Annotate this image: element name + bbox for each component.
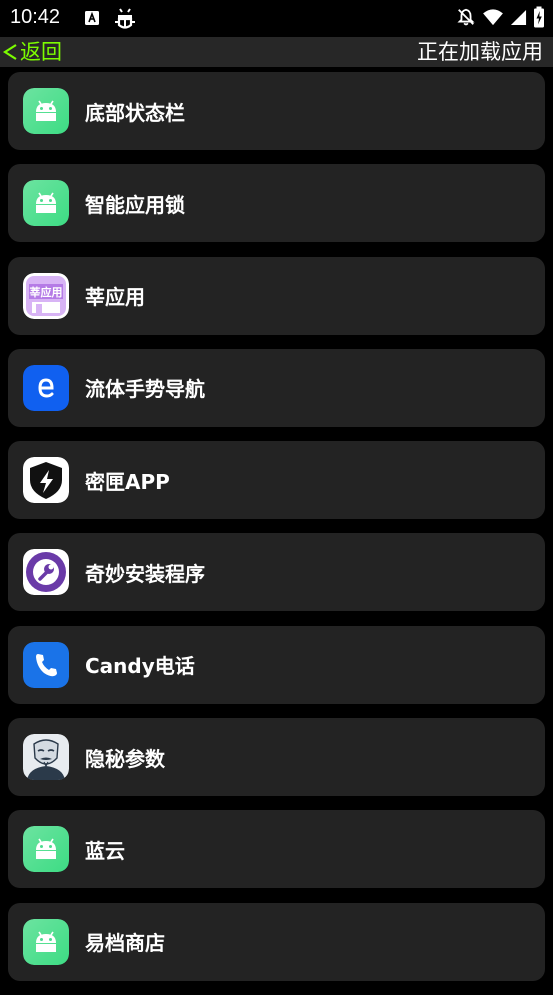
list-item[interactable]: 莘应用 莘应用 [8, 256, 545, 335]
battery-icon [533, 6, 545, 32]
list-item[interactable]: 密匣APP [8, 441, 545, 520]
app-name: 智能应用锁 [85, 192, 185, 217]
list-item[interactable]: 流体手势导航 [8, 348, 545, 427]
android-icon [23, 826, 69, 873]
list-item[interactable]: 奇妙安装程序 [8, 533, 545, 612]
shen-app-icon: 莘应用 [23, 272, 69, 319]
shield-bolt-icon [23, 457, 69, 504]
app-name: 底部状态栏 [85, 100, 185, 125]
shen-app-icon-text: 莘应用 [30, 285, 63, 299]
a-notification-icon [84, 10, 100, 26]
app-bar: 返回 正在加载应用 [0, 37, 553, 67]
anonymous-mask-icon [23, 734, 69, 781]
back-button[interactable]: 返回 [2, 38, 62, 66]
signal-icon [510, 9, 527, 30]
list-item[interactable]: Candy电话 [8, 625, 545, 704]
app-name: 奇妙安装程序 [85, 561, 205, 586]
back-label: 返回 [20, 40, 62, 64]
page-title: 正在加载应用 [417, 40, 543, 64]
fluid-gesture-icon [23, 364, 69, 411]
wrench-icon [23, 549, 69, 596]
list-item[interactable]: 智能应用锁 [8, 164, 545, 243]
bug-icon [112, 6, 138, 32]
list-item[interactable]: 底部状态栏 [8, 72, 545, 150]
status-bar: 10:42 [0, 0, 553, 37]
list-item[interactable]: 易档商店 [8, 902, 545, 981]
list-item[interactable]: 隐秘参数 [8, 718, 545, 797]
wifi-icon [482, 8, 504, 30]
phone-icon [23, 641, 69, 688]
app-name: 隐秘参数 [85, 746, 165, 771]
app-name: 莘应用 [85, 285, 145, 310]
chevron-left-icon [2, 44, 17, 60]
app-name: 蓝云 [85, 838, 125, 863]
app-name: 密匣APP [85, 469, 170, 494]
android-icon [23, 918, 69, 965]
android-icon [23, 180, 69, 227]
app-name: Candy电话 [85, 654, 195, 679]
app-list: 底部状态栏 智能应用锁 莘应用 莘应用 流体手势导航 密匣APP 奇妙安装程序 … [8, 72, 545, 995]
list-item[interactable]: 蓝云 [8, 810, 545, 889]
bell-off-icon [456, 7, 476, 31]
android-icon [23, 88, 69, 134]
status-time: 10:42 [10, 6, 61, 28]
app-name: 流体手势导航 [85, 377, 205, 402]
app-name: 易档商店 [85, 931, 165, 956]
